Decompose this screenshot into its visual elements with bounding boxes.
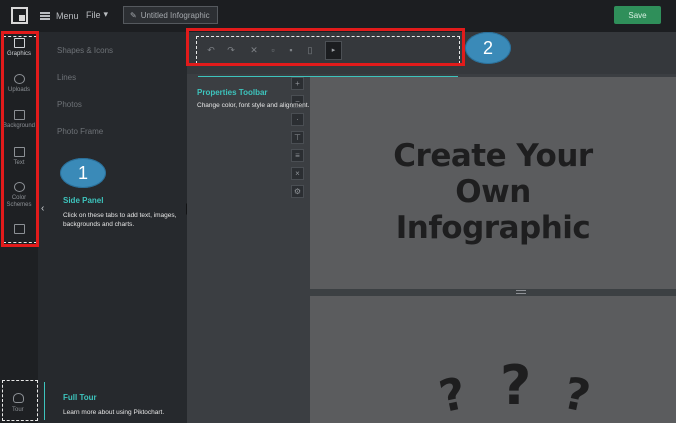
properties-toolbar-text: Change color, font style and alignment. xyxy=(197,102,310,109)
slide-option-icon[interactable]: · xyxy=(291,113,304,126)
menu-button[interactable]: Menu xyxy=(40,9,79,23)
panel-link-photo-frame[interactable]: Photo Frame xyxy=(57,127,103,136)
callout-badge-2: 2 xyxy=(465,32,511,64)
toolbar-highlight xyxy=(186,28,465,66)
close-icon[interactable]: × xyxy=(291,167,304,180)
panel-link-lines[interactable]: Lines xyxy=(57,73,76,82)
chevron-down-icon: ▾ xyxy=(103,9,109,19)
tour-bracket-line xyxy=(44,382,45,420)
question-marks-graphic[interactable]: ? ? ? xyxy=(432,354,612,423)
callout-badge-1: 1 xyxy=(60,158,106,188)
question-mark: ? xyxy=(558,367,595,423)
full-tour-text: Learn more about using Piktochart. xyxy=(63,409,165,416)
question-mark: ? xyxy=(434,367,471,423)
add-icon[interactable]: + xyxy=(291,77,304,90)
file-menu-button[interactable]: File ▾ xyxy=(86,9,108,20)
full-tour-title: Full Tour xyxy=(63,393,97,402)
document-title-field[interactable]: ✎ Untitled Infographic xyxy=(123,6,218,24)
resize-handle-icon[interactable] xyxy=(516,290,526,294)
side-panel-text: Click on these tabs to add text, images,… xyxy=(63,212,177,228)
move-top-icon[interactable]: ⊤ xyxy=(291,131,304,144)
headline-line: Create Your xyxy=(393,138,593,174)
app-logo[interactable] xyxy=(11,7,28,24)
infographic-headline[interactable]: Create Your Own Infographic xyxy=(310,138,676,246)
properties-toolbar-title: Properties Toolbar xyxy=(197,88,268,97)
panel-link-photos[interactable]: Photos xyxy=(57,100,82,109)
duplicate-icon[interactable]: ≡ xyxy=(291,149,304,162)
save-button[interactable]: Save xyxy=(614,6,661,24)
hamburger-icon xyxy=(40,12,50,20)
document-title: Untitled Infographic xyxy=(140,10,210,20)
editor-screen: Menu File ▾ ✎ Untitled Infographic Save … xyxy=(0,0,676,423)
pencil-icon: ✎ xyxy=(130,10,137,20)
headline-line: Infographic xyxy=(395,210,591,246)
settings-icon[interactable]: ⚙ xyxy=(291,185,304,198)
chevron-left-icon[interactable]: ‹ xyxy=(41,203,44,214)
panel-link-shapes[interactable]: Shapes & Icons xyxy=(57,46,113,55)
slide-tools-column: + − · ⊤ ≡ × ⚙ xyxy=(291,77,305,198)
tour-dashed-outline xyxy=(2,380,38,421)
menu-label: Menu xyxy=(56,11,79,21)
toolbar-bracket-line xyxy=(198,76,458,77)
question-mark: ? xyxy=(500,354,532,417)
headline-line: Own xyxy=(455,174,531,210)
slide-divider[interactable] xyxy=(310,289,676,296)
side-panel-title: Side Panel xyxy=(63,196,104,205)
side-panel-highlight xyxy=(1,31,39,247)
file-label: File xyxy=(86,9,101,20)
